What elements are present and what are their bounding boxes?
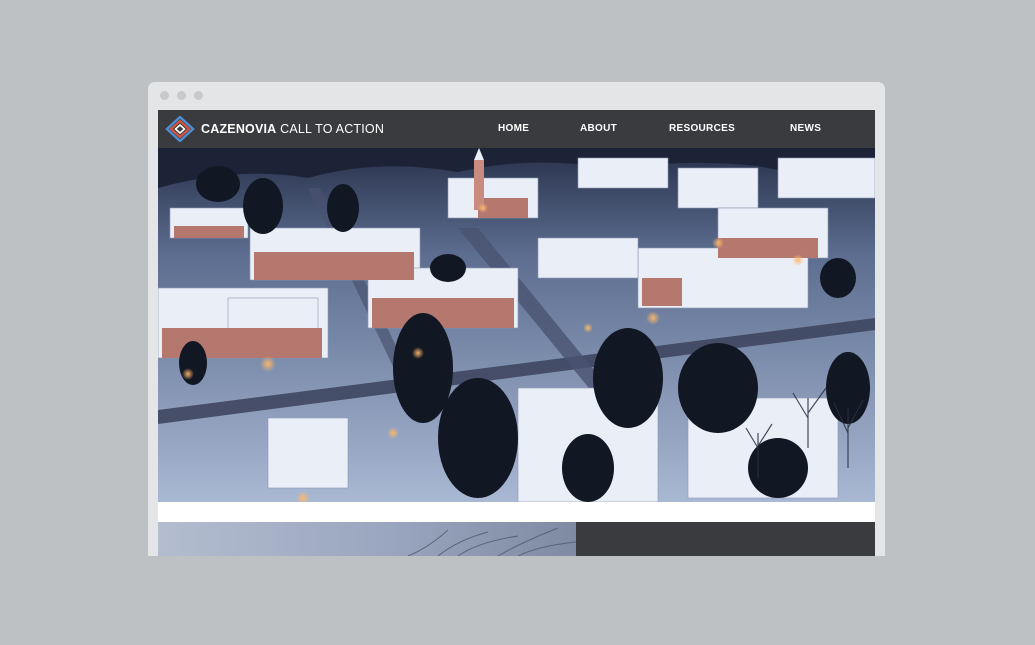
logo-tagline: CALL TO ACTION: [276, 122, 385, 136]
nav-about[interactable]: ABOUT: [580, 123, 617, 134]
section-image-strip: [158, 522, 576, 556]
site-logo[interactable]: CAZENOVIA CALL TO ACTION: [165, 116, 384, 142]
page-viewport: CAZENOVIA CALL TO ACTION HOME ABOUT RESO…: [158, 110, 875, 556]
diamond-logo-icon: [165, 116, 195, 142]
window-controls: [160, 91, 203, 100]
section-dark-panel: [576, 522, 875, 556]
site-navbar: CAZENOVIA CALL TO ACTION HOME ABOUT RESO…: [158, 110, 875, 148]
tree-branches-photo: [407, 527, 576, 556]
snowy-town-aerial-photo: [158, 148, 875, 502]
hero-image: [158, 148, 875, 502]
logo-text: CAZENOVIA CALL TO ACTION: [201, 122, 384, 136]
window-dot-close: [160, 91, 169, 100]
nav-news[interactable]: NEWS: [790, 123, 821, 134]
nav-home[interactable]: HOME: [498, 123, 529, 134]
nav-resources[interactable]: RESOURCES: [669, 123, 735, 134]
logo-brand: CAZENOVIA: [201, 122, 277, 136]
browser-window: CAZENOVIA CALL TO ACTION HOME ABOUT RESO…: [148, 82, 885, 556]
window-dot-minimize: [177, 91, 186, 100]
window-dot-maximize: [194, 91, 203, 100]
